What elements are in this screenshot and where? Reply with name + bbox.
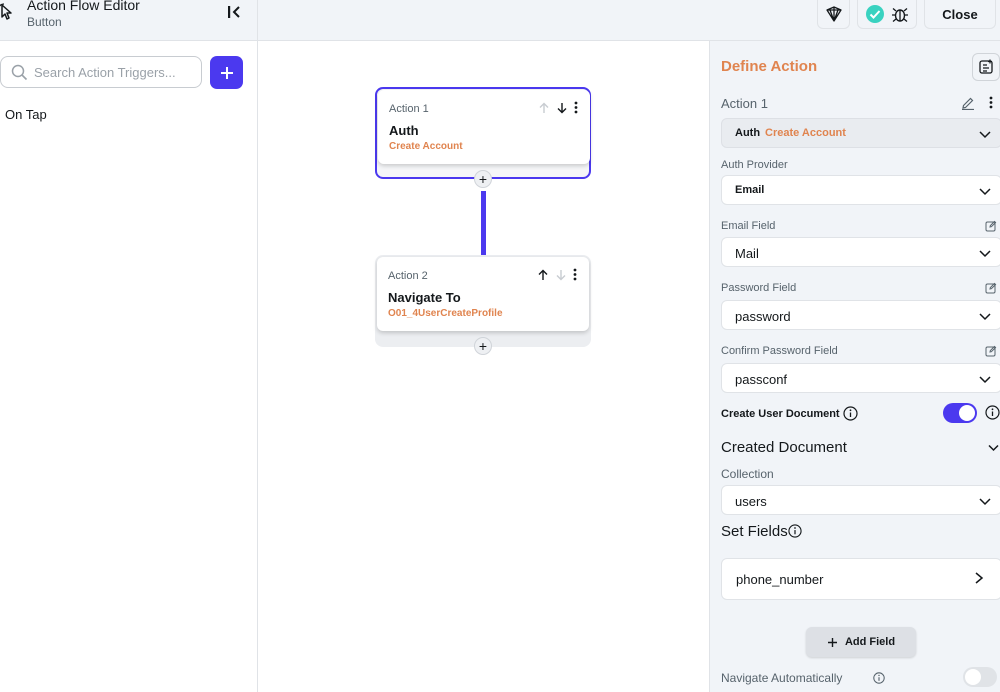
flow-connector bbox=[481, 191, 486, 255]
action-subtitle: O01_4UserCreateProfile bbox=[388, 308, 503, 319]
edit-icon[interactable] bbox=[985, 220, 997, 232]
chevron-right-icon bbox=[975, 572, 984, 584]
graph-icon bbox=[825, 6, 842, 22]
create-user-doc-toggle[interactable] bbox=[943, 403, 977, 423]
add-field-label: Add Field bbox=[844, 636, 896, 648]
more-vert-icon[interactable] bbox=[573, 268, 577, 281]
define-action-panel: Define Action Action 1 Auth Create Accoun… bbox=[709, 41, 1000, 692]
edit-icon[interactable] bbox=[985, 345, 997, 357]
auth-provider-value: Email bbox=[735, 184, 765, 196]
edit-icon[interactable] bbox=[985, 282, 997, 294]
arrow-down-icon[interactable] bbox=[555, 269, 567, 281]
action-docs-button[interactable] bbox=[972, 53, 1000, 81]
collection-value: users bbox=[735, 494, 767, 509]
arrow-down-icon[interactable] bbox=[556, 102, 568, 114]
logic-graph-button[interactable] bbox=[817, 0, 850, 29]
more-vert-icon[interactable] bbox=[989, 96, 993, 109]
arrow-up-icon[interactable] bbox=[538, 102, 550, 114]
info-icon[interactable] bbox=[843, 406, 858, 421]
set-fields-heading: Set Fields bbox=[721, 523, 788, 540]
field-name: phone_number bbox=[736, 572, 824, 587]
action-title: Navigate To bbox=[388, 290, 461, 305]
navigate-auto-toggle[interactable] bbox=[963, 667, 997, 687]
action-type-dropdown[interactable]: Auth Create Account bbox=[721, 118, 1000, 148]
edit-pencil-icon[interactable] bbox=[961, 96, 975, 110]
search-input[interactable] bbox=[34, 63, 194, 82]
app-title: Action Flow Editor bbox=[27, 0, 140, 13]
email-field-dropdown[interactable]: Mail bbox=[721, 237, 1000, 267]
password-field-dropdown[interactable]: password bbox=[721, 300, 1000, 330]
header-title-area: Action Flow Editor Button bbox=[0, 0, 258, 41]
action-card-2[interactable]: Action 2 Navigate To O01_4UserCreateProf… bbox=[377, 257, 589, 331]
auth-provider-dropdown[interactable]: Email bbox=[721, 175, 1000, 205]
add-action-button-2[interactable]: + bbox=[474, 337, 492, 355]
collection-dropdown[interactable]: users bbox=[721, 485, 1000, 515]
password-field-value: password bbox=[735, 309, 791, 324]
arrow-up-icon[interactable] bbox=[537, 269, 549, 281]
password-field-label: Password Field bbox=[721, 282, 797, 294]
info-icon[interactable] bbox=[788, 524, 802, 538]
create-user-doc-label: Create User Document bbox=[721, 408, 840, 420]
action-card-1[interactable]: Action 1 Auth Create Account bbox=[378, 90, 590, 164]
action-node-2[interactable]: Action 2 Navigate To O01_4UserCreateProf… bbox=[375, 255, 591, 347]
flow-canvas: Action 1 Auth Create Account + Action 2 … bbox=[259, 41, 708, 692]
chevron-down-icon bbox=[979, 250, 991, 258]
confirm-password-label: Confirm Password Field bbox=[721, 345, 838, 357]
created-doc-heading: Created Document bbox=[721, 439, 847, 456]
navigate-auto-label: Navigate Automatically bbox=[721, 671, 843, 685]
action-number: Action 2 bbox=[388, 270, 428, 282]
info-icon[interactable] bbox=[873, 672, 885, 684]
action-title: Auth bbox=[389, 123, 419, 138]
collapse-panel-button[interactable] bbox=[224, 2, 244, 22]
chevron-down-icon bbox=[979, 188, 991, 196]
close-button[interactable]: Close bbox=[924, 0, 996, 29]
top-bar: Action Flow Editor Button Close bbox=[0, 0, 1000, 41]
check-circle-icon bbox=[866, 5, 884, 23]
trigger-panel: On Tap bbox=[0, 41, 258, 692]
action-type-sub: Create Account bbox=[765, 127, 846, 139]
add-field-button[interactable]: Add Field bbox=[806, 627, 916, 657]
info-icon[interactable] bbox=[985, 405, 1000, 420]
confirm-password-value: passconf bbox=[735, 372, 788, 387]
chevron-down-icon bbox=[979, 498, 991, 506]
email-field-value: Mail bbox=[735, 246, 759, 261]
search-box bbox=[0, 56, 202, 88]
chevron-down-icon bbox=[979, 131, 991, 139]
document-add-icon bbox=[979, 59, 993, 74]
app-subtitle: Button bbox=[27, 15, 62, 29]
action-label: Action 1 bbox=[721, 96, 768, 111]
panel-title: Define Action bbox=[721, 58, 818, 75]
collection-label: Collection bbox=[721, 467, 774, 481]
plus-icon bbox=[220, 66, 233, 79]
action-type: Auth bbox=[735, 127, 761, 139]
status-debug-button[interactable] bbox=[857, 0, 917, 29]
trigger-item-on-tap[interactable]: On Tap bbox=[5, 107, 47, 122]
add-trigger-button[interactable] bbox=[210, 56, 243, 89]
auth-provider-label: Auth Provider bbox=[721, 159, 788, 171]
confirm-password-dropdown[interactable]: passconf bbox=[721, 363, 1000, 393]
chevron-down-icon bbox=[979, 376, 991, 384]
more-vert-icon[interactable] bbox=[574, 101, 578, 114]
collapse-left-icon bbox=[228, 6, 240, 18]
email-field-label: Email Field bbox=[721, 220, 776, 232]
search-icon bbox=[11, 64, 28, 81]
chevron-down-icon[interactable] bbox=[987, 441, 1000, 454]
field-row[interactable]: phone_number bbox=[721, 558, 1000, 600]
bug-icon bbox=[892, 8, 908, 22]
cursor-click-icon bbox=[0, 2, 16, 22]
action-number: Action 1 bbox=[389, 103, 429, 115]
add-action-button-1[interactable]: + bbox=[474, 170, 492, 188]
chevron-down-icon bbox=[979, 313, 991, 321]
plus-icon bbox=[827, 637, 837, 647]
action-node-1[interactable]: Action 1 Auth Create Account bbox=[375, 87, 591, 179]
action-subtitle: Create Account bbox=[389, 141, 463, 152]
